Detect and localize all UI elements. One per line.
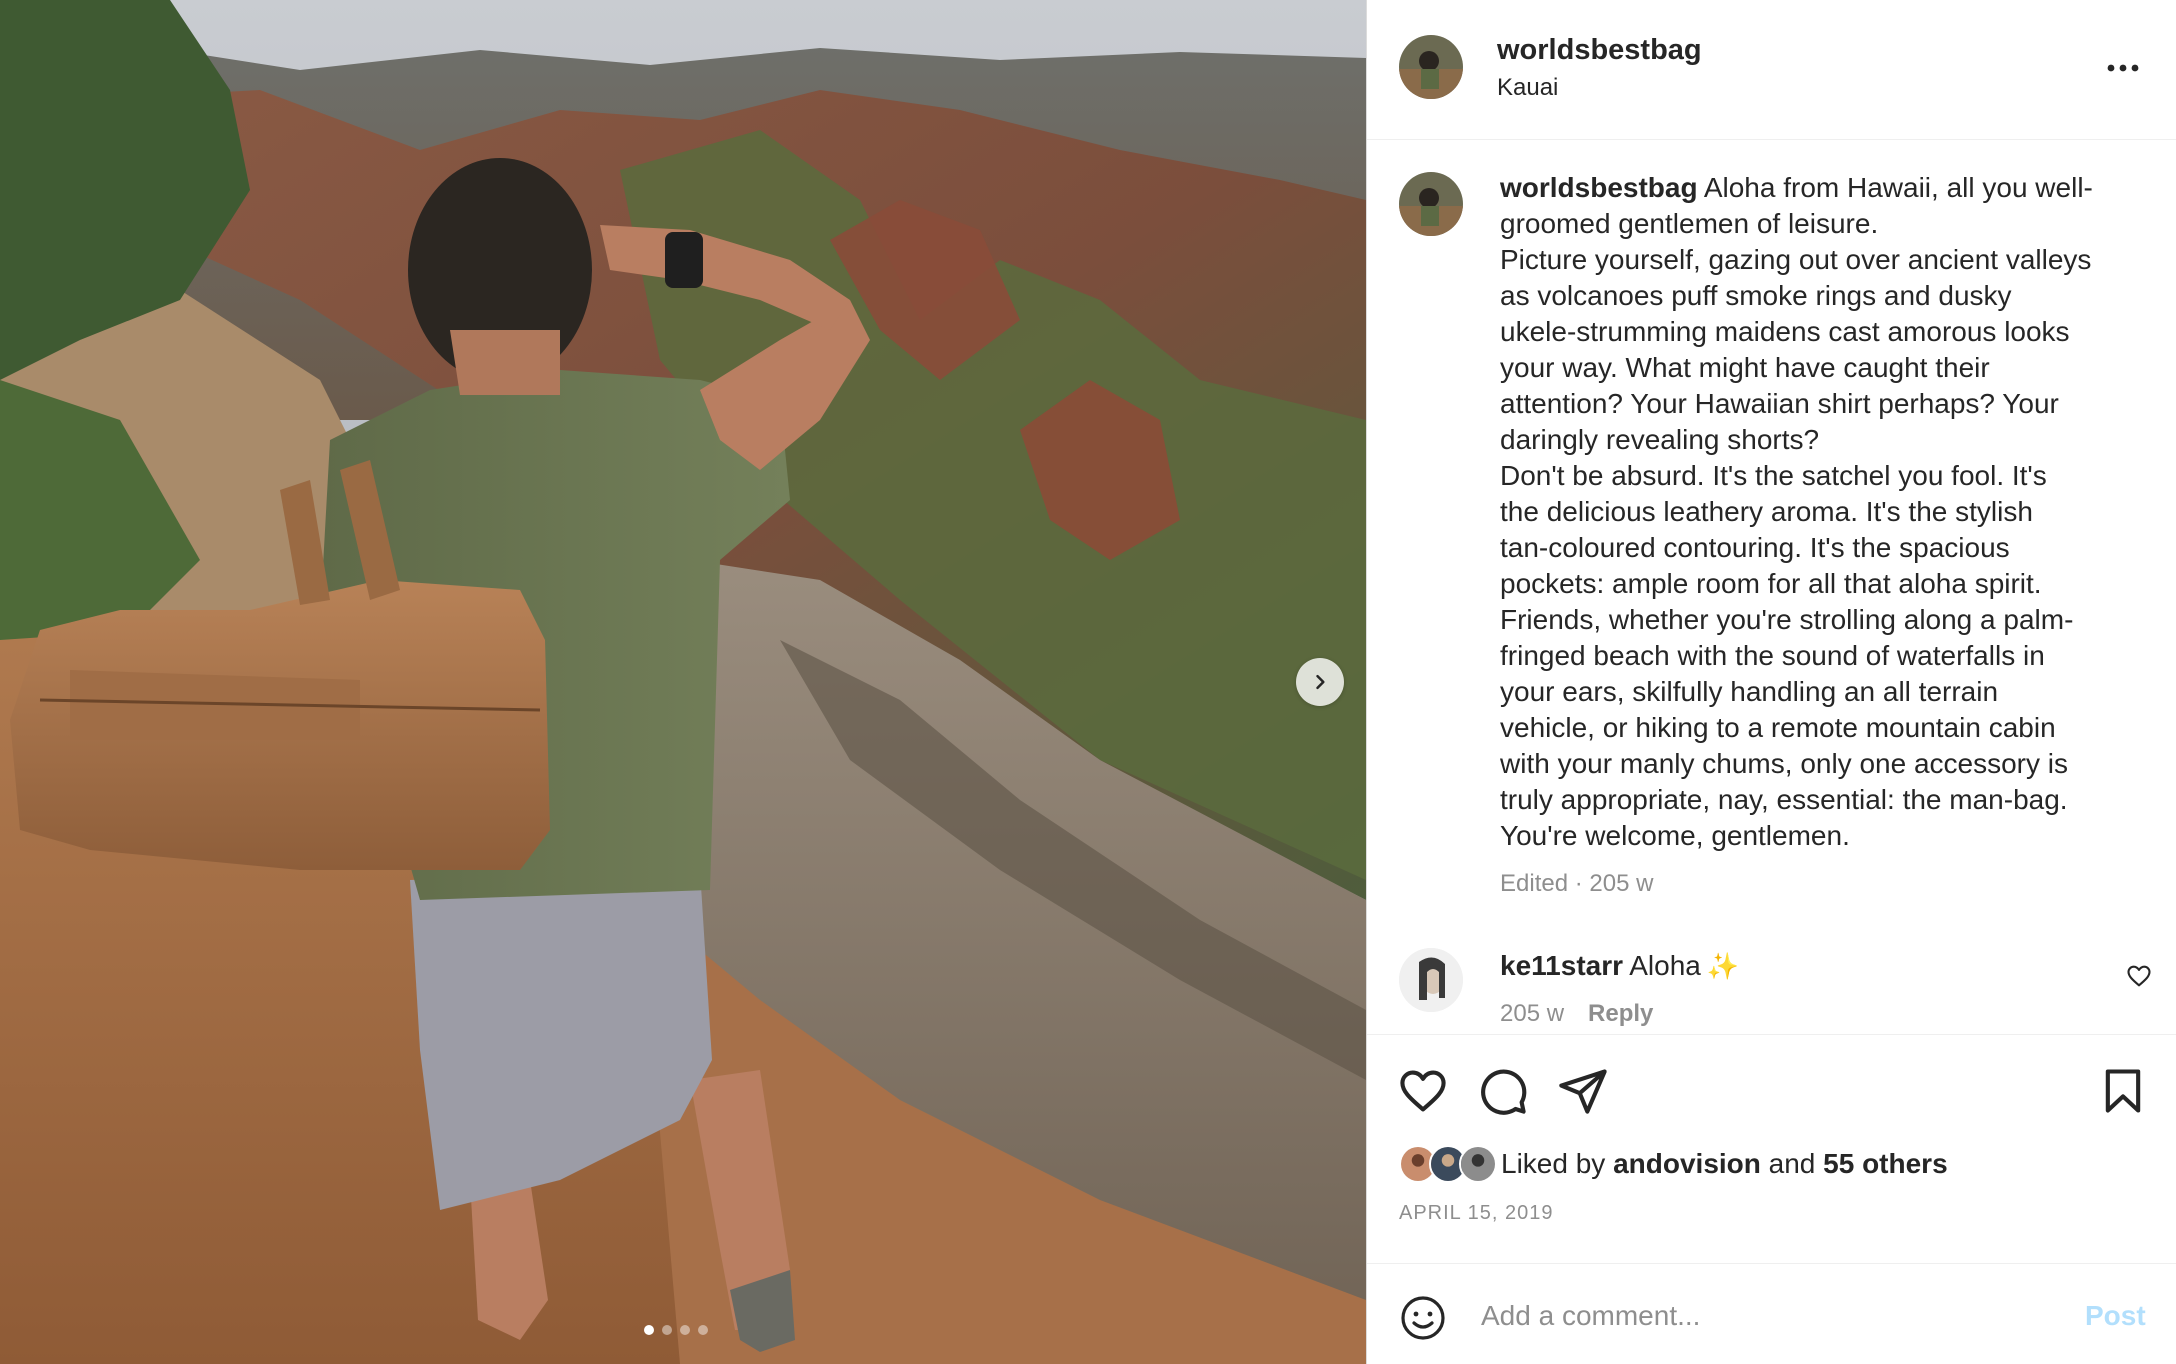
caption-line: as volcanoes puff smoke rings and dusky [1500, 280, 2012, 311]
comment-meta: 205 w Reply [1500, 1000, 1653, 1028]
emoji-button[interactable] [1399, 1294, 1447, 1342]
liked-by-user[interactable]: andovision [1613, 1148, 1761, 1180]
carousel-dot [680, 1325, 690, 1335]
carousel-dot-active [644, 1325, 654, 1335]
caption-line: You're welcome, gentlemen. [1500, 820, 1850, 851]
photo-image [0, 0, 1366, 1364]
post-actions: Liked by andovision and 55 others APRIL … [1367, 1035, 2176, 1265]
emoji-icon [1401, 1296, 1445, 1340]
caption-line: pockets: ample room for all that aloha s… [1500, 568, 2042, 599]
likes-summary[interactable]: Liked by andovision and 55 others [1399, 1145, 1948, 1183]
like-button[interactable] [1397, 1065, 1449, 1117]
heart-icon [1400, 1070, 1446, 1112]
caption-line: your ears, skilfully handling an all ter… [1500, 676, 1999, 707]
more-horizontal-icon [2107, 64, 2139, 72]
comment-input[interactable] [1481, 1288, 2001, 1344]
heart-icon [2127, 965, 2151, 987]
carousel-dot [698, 1325, 708, 1335]
liker-avatar [1459, 1145, 1497, 1183]
commenter-avatar[interactable] [1399, 948, 1463, 1012]
caption-line: fringed beach with the sound of waterfal… [1500, 640, 2045, 671]
post-date[interactable]: APRIL 15, 2019 [1399, 1202, 1553, 1225]
caption-line: Friends, whether you're strolling along … [1500, 604, 2074, 635]
caption-line: daringly revealing shorts? [1500, 424, 1820, 455]
share-button[interactable] [1557, 1065, 1609, 1117]
caption-username[interactable]: worldsbestbag [1500, 172, 1698, 203]
author-username[interactable]: worldsbestbag [1497, 34, 1702, 67]
carousel-indicator [644, 1325, 708, 1335]
post-panel: worldsbestbag Kauai worldsbestbag Aloha … [1366, 0, 2176, 1364]
caption-line: Don't be absurd. It's the satchel you fo… [1500, 460, 2047, 491]
caption-line: vehicle, or hiking to a remote mountain … [1500, 712, 2056, 743]
comment-bubble-icon [1481, 1069, 1527, 1115]
caption-line: ukele-strumming maidens cast amorous loo… [1500, 316, 2070, 347]
caption-line: groomed gentlemen of leisure. [1500, 208, 1879, 239]
paper-plane-icon [1559, 1069, 1607, 1114]
save-button[interactable] [2097, 1065, 2149, 1117]
caption-meta: Edited · 205 w [1500, 870, 1654, 897]
post-caption: worldsbestbag Aloha from Hawaii, all you… [1500, 170, 2150, 854]
caption-line: with your manly chums, only one accessor… [1500, 748, 2068, 779]
comment-text: ke11starr Aloha ✨ [1500, 950, 1739, 982]
caption-line: attention? Your Hawaiian shirt perhaps? … [1500, 388, 2059, 419]
caption-first-line: worldsbestbag Aloha from Hawaii, all you… [1500, 170, 2150, 206]
post-location[interactable]: Kauai [1497, 74, 1558, 102]
bookmark-icon [2105, 1069, 2141, 1113]
carousel-dot [662, 1325, 672, 1335]
reply-button[interactable]: Reply [1588, 1000, 1653, 1028]
post-comment-button[interactable]: Post [2085, 1300, 2146, 1332]
comment-age[interactable]: 205 w [1500, 1000, 1564, 1028]
caption-author-avatar[interactable] [1399, 172, 1463, 236]
sparkles-emoji: ✨ [1706, 951, 1740, 981]
likes-middle: and [1768, 1148, 1816, 1179]
next-slide-button[interactable] [1296, 658, 1344, 706]
post-photo[interactable] [0, 0, 1366, 1364]
liker-avatars [1399, 1145, 1497, 1183]
comment-like-button[interactable] [2125, 962, 2153, 990]
caption-line: tan-coloured contouring. It's the spacio… [1500, 532, 2010, 563]
more-options-button[interactable] [2103, 50, 2143, 86]
comments-area[interactable]: worldsbestbag Aloha from Hawaii, all you… [1367, 140, 2176, 1035]
comment-composer: Post [1367, 1263, 2176, 1364]
likes-prefix: Liked by [1501, 1148, 1606, 1179]
commenter-username[interactable]: ke11starr [1500, 950, 1623, 981]
likes-others[interactable]: 55 others [1823, 1148, 1948, 1180]
author-avatar[interactable] [1399, 35, 1463, 99]
comment-button[interactable] [1477, 1065, 1529, 1117]
post-header: worldsbestbag Kauai [1367, 0, 2176, 140]
caption-line: the delicious leathery aroma. It's the s… [1500, 496, 2033, 527]
caption-line: your way. What might have caught their [1500, 352, 1990, 383]
caption-line: Picture yourself, gazing out over ancien… [1500, 244, 2092, 275]
comment-body: Aloha [1629, 950, 1701, 981]
chevron-right-icon [1316, 674, 1325, 690]
caption-line: truly appropriate, nay, essential: the m… [1500, 784, 2068, 815]
comment-item: ke11starr Aloha ✨ 205 w Reply [1367, 940, 2176, 1034]
caption-line: Aloha from Hawaii, all you well- [1703, 172, 2093, 203]
